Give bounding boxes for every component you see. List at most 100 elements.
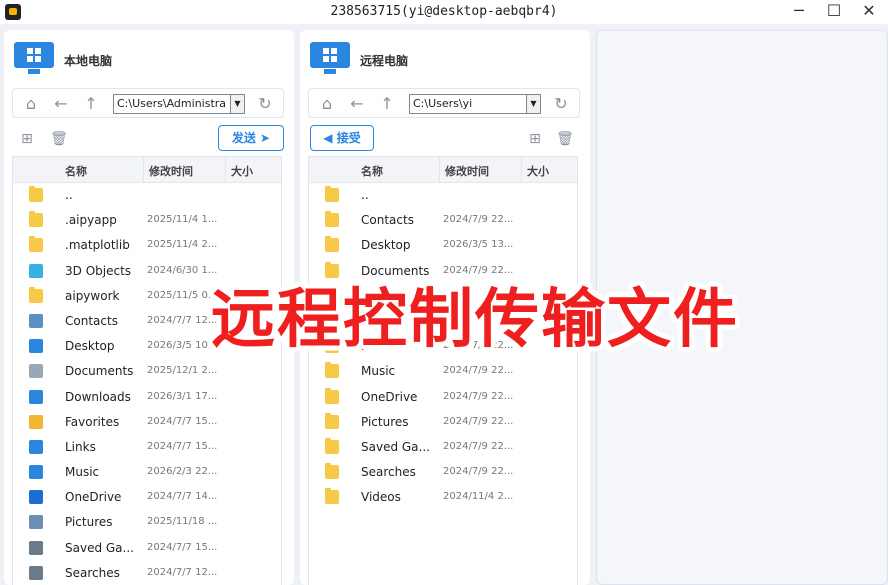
home-icon[interactable]: ⌂ — [21, 94, 41, 114]
folder-icon — [325, 488, 339, 505]
file-modified-time: 2024/7/7 15... — [147, 440, 218, 452]
table-row[interactable]: Downloads 2026/3/1 17... — [13, 385, 281, 410]
3d-objects-icon — [29, 263, 43, 278]
table-row[interactable]: Music 2024/7/9 22... — [309, 359, 577, 384]
file-name: Searches — [65, 565, 120, 580]
table-row[interactable]: Favorites 2024/7/7 15... — [13, 410, 281, 435]
minimize-button[interactable]: ─ — [782, 0, 816, 24]
table-row[interactable]: Documents 2025/12/1 2... — [13, 359, 281, 384]
table-row[interactable]: .. — [13, 183, 281, 208]
receive-button[interactable]: ◀ 接受 — [310, 125, 374, 151]
links-icon — [29, 439, 43, 454]
refresh-icon[interactable]: ↻ — [551, 94, 571, 114]
file-name: Links — [65, 439, 96, 454]
file-name: .. — [65, 188, 73, 202]
folder-icon — [325, 463, 339, 480]
file-name: Music — [361, 364, 396, 379]
col-name-header[interactable]: 名称 — [361, 163, 383, 179]
pictures-icon — [29, 515, 43, 530]
maximize-button[interactable]: ☐ — [817, 0, 851, 24]
new-folder-icon[interactable]: ⊞ — [18, 130, 36, 148]
file-modified-time: 2024/7/7 15... — [147, 415, 218, 427]
remote-path-text: C:\Users\yi — [413, 97, 473, 110]
table-row[interactable]: Pictures 2024/7/9 22... — [309, 410, 577, 435]
table-row[interactable]: Saved Ga... 2024/7/9 22... — [309, 435, 577, 460]
local-path-text: C:\Users\Administra — [117, 97, 227, 110]
remote-nav-bar: ⌂ ← ↑ C:\Users\yi ▼ ↻ — [308, 88, 580, 118]
new-folder-icon[interactable]: ⊞ — [526, 130, 544, 148]
refresh-icon[interactable]: ↻ — [255, 94, 275, 114]
send-button[interactable]: 发送 ➤ — [218, 125, 284, 151]
file-modified-time: 2024/7/9 22... — [443, 415, 514, 427]
file-name: Pictures — [361, 414, 409, 429]
file-modified-time: 2025/11/4 1... — [147, 214, 218, 226]
title-bar: 238563715(yi@desktop-aebqbr4) ─ ☐ ✕ — [0, 0, 888, 24]
up-arrow-icon[interactable]: ↑ — [377, 94, 397, 114]
file-modified-time: 2026/3/1 17... — [147, 390, 218, 402]
file-modified-time: 2024/11/4 2... — [443, 491, 514, 503]
table-row[interactable]: .. — [309, 183, 577, 208]
local-nav-bar: ⌂ ← ↑ C:\Users\Administra ▼ ↻ — [12, 88, 284, 118]
folder-icon — [29, 286, 43, 303]
table-row[interactable]: Music 2026/2/3 22... — [13, 460, 281, 485]
table-row[interactable]: Contacts 2024/7/9 22... — [309, 208, 577, 233]
music-icon — [29, 465, 43, 480]
file-name: Music — [65, 465, 100, 480]
local-file-list: .. .aipyapp 2025/11/4 1... .matplotlib 2025/… — [13, 183, 281, 585]
contacts-icon — [29, 313, 43, 328]
table-row[interactable]: .matplotlib 2025/11/4 2... — [13, 233, 281, 258]
col-name-header[interactable]: 名称 — [65, 163, 87, 179]
folder-icon — [29, 211, 43, 228]
col-time-header[interactable]: 修改时间 — [445, 163, 489, 179]
back-arrow-icon[interactable]: ← — [347, 94, 367, 114]
file-name: Videos — [361, 490, 401, 505]
file-modified-time: 2024/7/9 22... — [443, 466, 514, 478]
folder-icon — [325, 186, 339, 202]
local-path-input[interactable]: C:\Users\Administra ▼ — [113, 94, 245, 114]
file-name: .. — [361, 188, 369, 202]
table-row[interactable]: Searches 2024/7/7 12... — [13, 561, 281, 585]
table-row[interactable]: Searches 2024/7/9 22... — [309, 460, 577, 485]
file-name: Contacts — [361, 213, 414, 228]
trash-icon[interactable]: 🗑 — [556, 130, 574, 148]
folder-icon — [325, 412, 339, 429]
file-name: Desktop — [65, 339, 115, 354]
table-row[interactable]: Links 2024/7/7 15... — [13, 435, 281, 460]
table-row[interactable]: Videos 2024/11/4 2... — [309, 485, 577, 510]
file-modified-time: 2025/11/4 2... — [147, 239, 218, 251]
file-name: Desktop — [361, 238, 411, 253]
table-row[interactable]: OneDrive 2024/7/9 22... — [309, 385, 577, 410]
file-modified-time: 2024/7/7 14... — [147, 491, 218, 503]
saved-games-icon — [29, 540, 43, 555]
file-name: .aipyapp — [65, 213, 117, 228]
col-size-header[interactable]: 大小 — [231, 163, 253, 179]
desktop-icon — [29, 339, 43, 354]
chevron-down-icon[interactable]: ▼ — [526, 95, 540, 113]
table-row[interactable]: OneDrive 2024/7/7 14... — [13, 485, 281, 510]
file-name: Saved Ga... — [65, 540, 134, 555]
back-arrow-icon[interactable]: ← — [51, 94, 71, 114]
chevron-down-icon[interactable]: ▼ — [230, 95, 244, 113]
file-name: OneDrive — [65, 490, 122, 505]
file-modified-time: 2024/7/7 15... — [147, 541, 218, 553]
computer-icon — [14, 42, 54, 74]
table-row[interactable]: Saved Ga... 2024/7/7 15... — [13, 536, 281, 561]
remote-title: 远程电脑 — [360, 54, 409, 68]
close-button[interactable]: ✕ — [852, 0, 886, 24]
downloads-icon — [29, 389, 43, 404]
remote-path-input[interactable]: C:\Users\yi ▼ — [409, 94, 541, 114]
star-icon — [29, 414, 43, 429]
file-name: OneDrive — [361, 389, 418, 404]
table-row[interactable]: Desktop 2026/3/5 13... — [309, 233, 577, 258]
file-name: Documents — [65, 364, 134, 379]
file-name: Searches — [361, 465, 416, 480]
table-row[interactable]: .aipyapp 2025/11/4 1... — [13, 208, 281, 233]
table-row[interactable]: Pictures 2025/11/18 ... — [13, 510, 281, 535]
col-size-header[interactable]: 大小 — [527, 163, 549, 179]
home-icon[interactable]: ⌂ — [317, 94, 337, 114]
overlay-caption: 远程控制传输文件 — [211, 283, 739, 357]
up-arrow-icon[interactable]: ↑ — [81, 94, 101, 114]
col-time-header[interactable]: 修改时间 — [149, 163, 193, 179]
trash-icon[interactable]: 🗑 — [50, 130, 68, 148]
table-header: 名称 修改时间 大小 — [309, 157, 577, 183]
